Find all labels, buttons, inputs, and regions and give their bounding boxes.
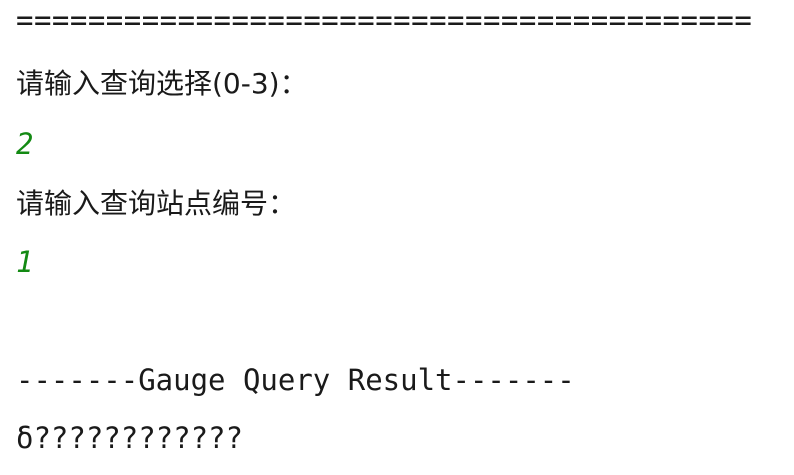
result-header: -------Gauge Query Result------- xyxy=(16,363,575,397)
result-text: δ???????????? xyxy=(16,421,243,455)
console-output: ========================================… xyxy=(0,0,794,475)
query-choice-input: 2 xyxy=(16,127,34,161)
separator-line: ========================================… xyxy=(16,3,753,37)
station-number-prompt: 请输入查询站点编号： xyxy=(16,187,297,220)
query-choice-prompt: 请输入查询选择(0-3)： xyxy=(16,67,308,100)
station-number-input: 1 xyxy=(16,245,34,279)
